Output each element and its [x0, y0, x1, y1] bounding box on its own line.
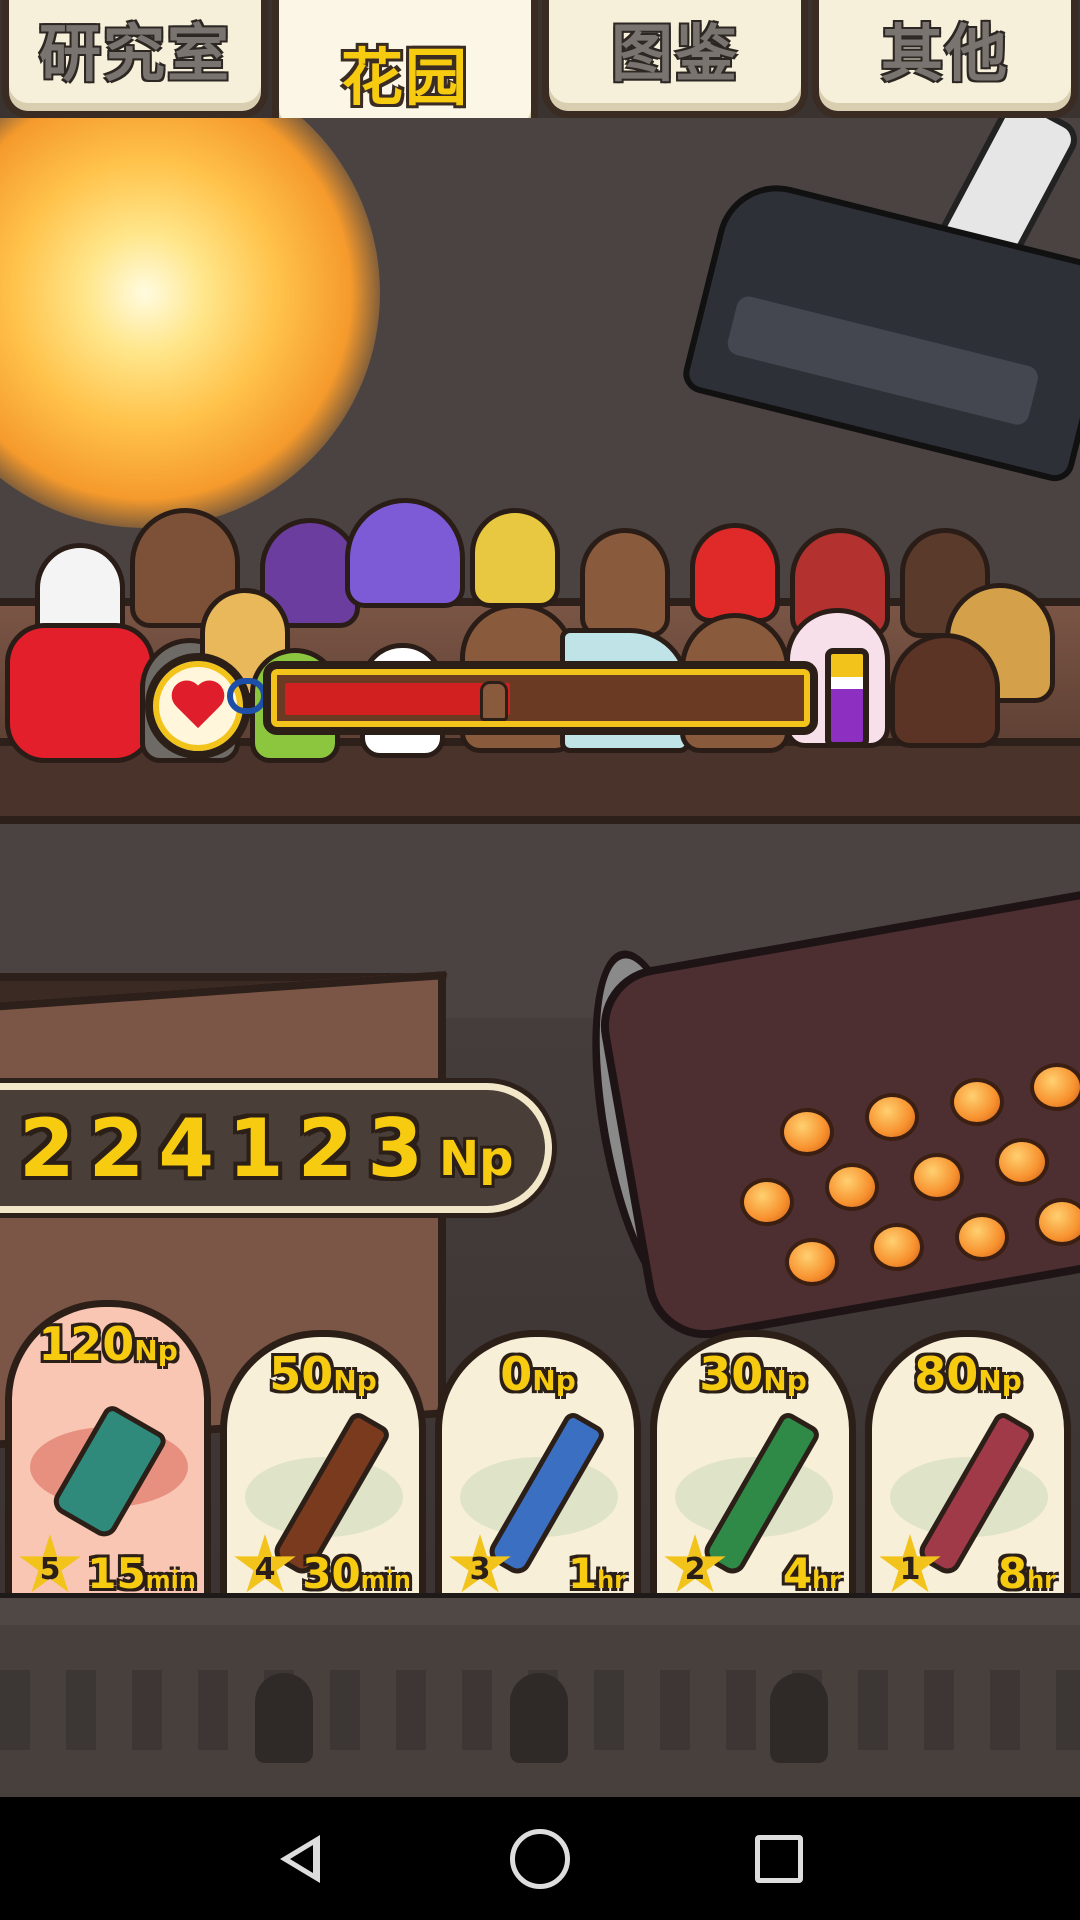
item-duration-value: 8 [997, 1549, 1028, 1598]
mushroom-collection[interactable] [0, 378, 1080, 763]
star-rank-icon: 5 [19, 1534, 81, 1593]
item-price-unit: Np [978, 1364, 1022, 1397]
item-duration-value: 30 [302, 1549, 361, 1598]
item-duration-unit: hr [812, 1566, 841, 1594]
mushroom-silhouette-icon [255, 1673, 313, 1763]
item-price: 0Np [442, 1347, 634, 1401]
roller-light [950, 1078, 1004, 1126]
item-star-count: 2 [684, 1551, 706, 1587]
item-duration-unit: min [145, 1566, 196, 1594]
item-price: 80Np [872, 1347, 1064, 1401]
item-price-unit: Np [134, 1334, 178, 1367]
item-price-unit: Np [333, 1364, 377, 1397]
item-price-value: 80 [914, 1347, 979, 1401]
item-price-value: 0 [500, 1347, 533, 1401]
mushroom-silhouette-icon [510, 1673, 568, 1763]
item-card[interactable]: 30Np 2 4hr [650, 1330, 856, 1610]
chain-link-icon [227, 678, 267, 714]
roller-light [870, 1223, 924, 1271]
growth-bar [263, 661, 818, 735]
item-price: 50Np [227, 1347, 419, 1401]
roller-light [825, 1163, 879, 1211]
mushroom-marker-icon [480, 681, 508, 721]
mushroom-character[interactable] [580, 528, 670, 638]
mushroom-character[interactable] [345, 498, 465, 608]
item-duration: 4hr [783, 1549, 841, 1598]
item-price-unit: Np [532, 1364, 576, 1397]
item-duration-unit: min [360, 1566, 411, 1594]
item-price: 30Np [657, 1347, 849, 1401]
roller-light [780, 1108, 834, 1156]
growth-meter [145, 648, 875, 759]
growth-bar-fill [285, 683, 510, 715]
recent-apps-icon[interactable] [755, 1835, 803, 1883]
item-duration: 1hr [568, 1549, 626, 1598]
item-card[interactable]: 50Np 4 30min [220, 1330, 426, 1610]
potion-vial-icon [825, 648, 869, 748]
item-card[interactable]: 80Np 1 8hr [865, 1330, 1071, 1610]
tab-laboratory-label: 研究室 [38, 17, 231, 90]
roller-light [865, 1093, 919, 1141]
item-star-count: 3 [469, 1551, 491, 1587]
np-balance-unit: Np [438, 1131, 514, 1187]
item-card[interactable]: 0Np 3 1hr [435, 1330, 641, 1610]
roller-light [955, 1213, 1009, 1261]
tab-garden-label: 花园 [340, 41, 469, 114]
np-balance-value: 224123 [19, 1101, 437, 1195]
item-price-value: 120 [38, 1317, 135, 1371]
system-navigation-bar [0, 1797, 1080, 1920]
mushroom-character[interactable] [470, 508, 560, 608]
item-duration: 8hr [998, 1549, 1056, 1598]
tab-encyclopedia[interactable]: 图鉴 [542, 0, 808, 118]
item-star-count: 4 [254, 1551, 276, 1587]
roller-light [995, 1138, 1049, 1186]
roller-light [740, 1178, 794, 1226]
item-star-count: 5 [39, 1551, 61, 1587]
decorative-footer [0, 1625, 1080, 1797]
np-balance-panel: 224123 Np [0, 1083, 552, 1213]
roller-light [1035, 1198, 1080, 1246]
tab-laboratory[interactable]: 研究室 [2, 0, 268, 118]
mushroom-character[interactable] [690, 523, 780, 623]
item-card[interactable]: 120Np 5 15min [5, 1300, 211, 1610]
back-icon[interactable] [272, 1829, 332, 1889]
item-duration-value: 4 [782, 1549, 813, 1598]
item-star-count: 1 [899, 1551, 921, 1587]
mushroom-silhouette-icon [770, 1673, 828, 1763]
item-price-value: 30 [699, 1347, 764, 1401]
heart-icon [171, 682, 225, 730]
item-price-value: 50 [269, 1347, 334, 1401]
item-price-unit: Np [763, 1364, 807, 1397]
item-duration: 30min [302, 1549, 411, 1598]
mushroom-character[interactable] [890, 633, 1000, 748]
roller-light [785, 1238, 839, 1286]
roller-light [910, 1153, 964, 1201]
tab-other[interactable]: 其他 [812, 0, 1078, 118]
tab-other-label: 其他 [880, 17, 1009, 90]
tab-encyclopedia-label: 图鉴 [610, 17, 739, 90]
growth-item-shelf: 120Np 5 15min 50Np 4 30min 0Np 3 1hr 30N… [0, 1290, 1080, 1610]
item-duration-value: 1 [567, 1549, 598, 1598]
roller-light [1030, 1063, 1080, 1111]
home-icon[interactable] [510, 1829, 570, 1889]
item-duration-unit: hr [1027, 1566, 1056, 1594]
mushroom-character[interactable] [5, 623, 155, 763]
item-price: 120Np [12, 1317, 204, 1371]
item-duration-unit: hr [597, 1566, 626, 1594]
item-duration: 15min [87, 1549, 196, 1598]
item-duration-value: 15 [87, 1549, 146, 1598]
